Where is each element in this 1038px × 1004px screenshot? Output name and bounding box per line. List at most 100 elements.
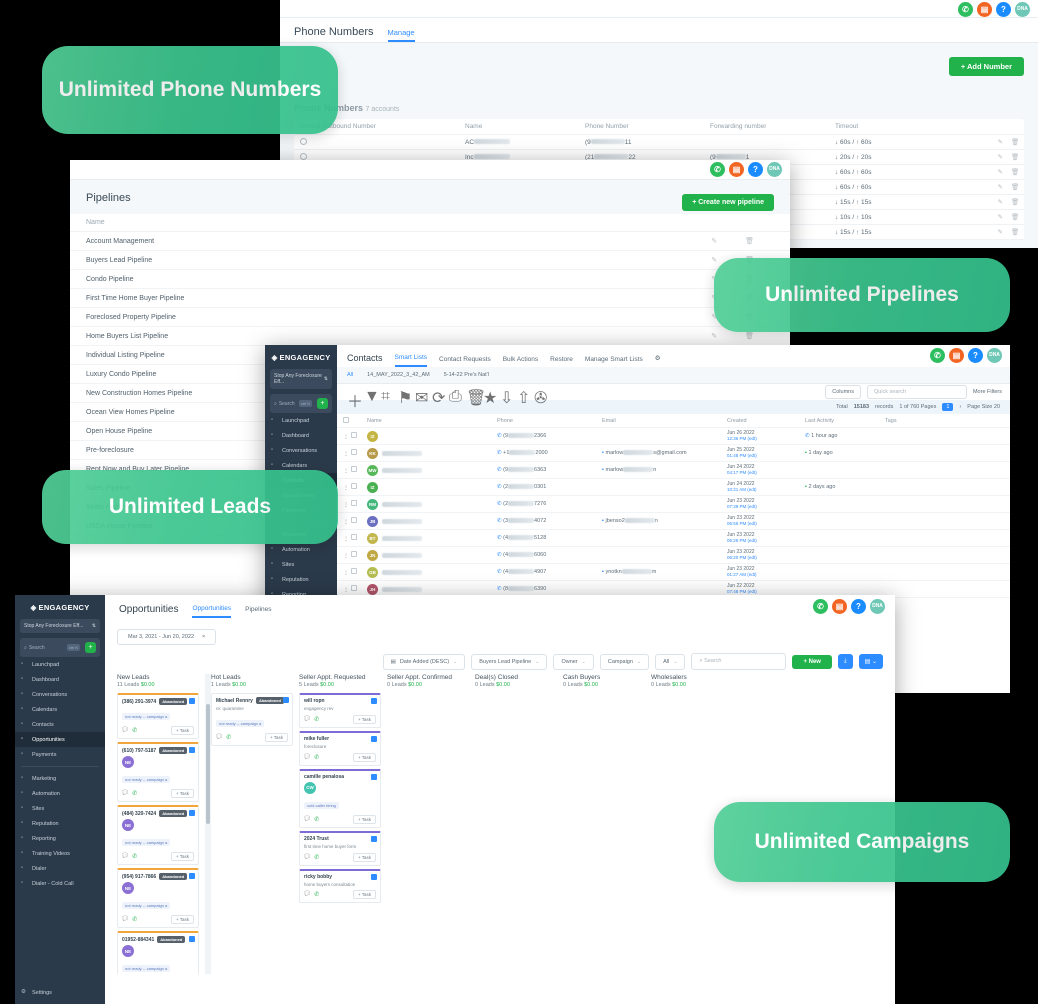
sidebar-item-launchpad[interactable]: ▫ Launchpad <box>265 413 337 428</box>
account-switcher[interactable]: Stop Any Foreclosure Eff... ⇅ <box>20 619 100 633</box>
opportunity-card[interactable]: 01952-884341 Abandoned NE not ready -- camp… <box>117 931 199 974</box>
card-action-icon[interactable] <box>189 936 195 942</box>
sidebar-item-sites[interactable]: ▫ Sites <box>265 557 337 572</box>
table-row[interactable]: ⋮ BT ✆ (4 5128 Jun 23 2022 06:25 PM (edt) <box>337 530 1010 547</box>
row-actions[interactable]: ✎🗑 <box>965 198 1020 206</box>
dna-icon[interactable]: DNA <box>870 599 885 614</box>
sidebar-item-reputation[interactable]: ▫ Reputation <box>15 816 105 831</box>
call-icon[interactable]: ✆ <box>132 727 137 734</box>
chat-icon[interactable]: 💬 <box>304 816 310 823</box>
sidebar-item-calendars[interactable]: ▫ Calendars <box>15 702 105 717</box>
edit-icon[interactable]: ✎ <box>996 153 1003 161</box>
delete-icon[interactable]: 🗑 <box>745 332 754 340</box>
opportunity-card[interactable]: ricky bobby home buyers consultation 💬 ✆ + T… <box>299 868 381 904</box>
close-icon[interactable]: × <box>202 634 205 640</box>
sidebar-item-dashboard[interactable]: ▫ Dashboard <box>265 428 337 443</box>
opportunity-card[interactable]: (484) 320-7424 Abandoned NE not ready -- ca… <box>117 805 199 865</box>
opportunities-search-input[interactable]: ⌕ Search <box>691 653 787 670</box>
delete-icon[interactable]: 🗑 <box>466 388 486 407</box>
help-widget-pipelines[interactable]: ✆ ▤ ? DNA <box>710 162 782 177</box>
phone-icon[interactable]: ✆ <box>710 162 725 177</box>
col-name[interactable]: Name <box>367 418 497 424</box>
chat-icon[interactable]: 💬 <box>122 790 128 797</box>
chat-icon[interactable]: 💬 <box>304 854 310 861</box>
sidebar-item-opportunities[interactable]: ▫ Opportunities <box>15 732 105 747</box>
row-actions[interactable]: ✎🗑 <box>965 213 1020 221</box>
delete-icon[interactable]: 🗑 <box>1011 228 1019 236</box>
delete-icon[interactable]: 🗑 <box>1011 213 1019 221</box>
row-actions[interactable]: ✎🗑 <box>711 332 774 340</box>
sidebar-item-sites[interactable]: ▫ Sites <box>15 801 105 816</box>
edit-icon[interactable]: ✎ <box>996 138 1003 146</box>
tab-contact-requests[interactable]: Contact Requests <box>439 356 491 367</box>
chat-icon[interactable]: 💬 <box>304 716 310 723</box>
opportunity-card[interactable]: mike fuller foreclosure 💬 ✆ + Task <box>299 730 381 766</box>
import-icon[interactable]: ⤓ <box>837 654 853 669</box>
smart-list-all[interactable]: All <box>347 372 353 378</box>
add-icon[interactable]: ＋ <box>347 388 363 411</box>
edit-icon[interactable]: ✎ <box>996 198 1003 206</box>
filter-date-added-desc[interactable]: ▤ Date Added (DESC) ⌄ <box>382 653 466 670</box>
col-created[interactable]: Created <box>727 418 805 424</box>
email-icon[interactable]: ✉ <box>415 388 428 407</box>
dna-icon[interactable]: DNA <box>987 348 1002 363</box>
call-icon[interactable]: ✆ <box>132 853 137 860</box>
sms-icon[interactable]: ✇ <box>534 388 547 407</box>
tab-restore[interactable]: Restore <box>550 356 573 367</box>
call-icon[interactable]: ✆ <box>132 916 137 923</box>
delete-icon[interactable]: 🗑 <box>745 237 754 245</box>
refresh-icon[interactable]: ⟳ <box>432 388 445 407</box>
quick-add-button[interactable]: + <box>317 398 328 409</box>
add-task-button[interactable]: + Task <box>352 814 376 824</box>
list-item[interactable]: Condo Pipeline✎🗑 <box>70 270 790 289</box>
call-icon[interactable]: ✆ <box>314 891 319 898</box>
row-actions[interactable]: ✎🗑 <box>965 183 1020 191</box>
opportunity-card[interactable]: Michael Rennry Abandoned re: quarantine not… <box>211 693 293 746</box>
row-checkbox[interactable]: ⋮ <box>343 585 367 593</box>
list-item[interactable]: Buyers Lead Pipeline✎🗑 <box>70 251 790 270</box>
chat-icon[interactable]: 💬 <box>304 891 310 898</box>
table-row[interactable]: ⋮ JN ✆ (4 6060 Jun 23 2022 06:20 PM (edt) <box>337 547 1010 564</box>
row-checkbox[interactable]: ⋮ <box>343 483 367 491</box>
card-action-icon[interactable] <box>371 773 377 780</box>
add-task-button[interactable]: + Task <box>352 752 376 762</box>
add-task-button[interactable]: + Task <box>170 915 194 924</box>
card-action-icon[interactable] <box>371 873 377 880</box>
list-item[interactable]: Home Buyers List Pipeline ✎ 🗑 <box>70 327 790 346</box>
filter-icon[interactable]: ▼ <box>364 388 380 405</box>
sidebar-item-conversations[interactable]: ▫ Conversations <box>265 443 337 458</box>
row-checkbox[interactable]: ⋮ <box>343 466 367 474</box>
list-item[interactable]: Account Management ✎ 🗑 <box>70 232 790 251</box>
phone-icon[interactable]: ✆ <box>958 2 973 17</box>
help-widget-phone[interactable]: ✆ ▤ ? DNA <box>958 2 1030 17</box>
table-row[interactable]: ⋮ GB ✆ (4 4907 ▪ ynotkn m Jun 23 2022 01:27 AM… <box>337 564 1010 581</box>
account-switcher[interactable]: Stop Any Foreclosure Eff... ⇅ <box>270 369 332 389</box>
default-outbound-radio[interactable] <box>300 137 465 147</box>
call-icon[interactable]: ✆ <box>314 716 319 723</box>
chat-icon[interactable]: 💬 <box>216 734 222 741</box>
add-number-button[interactable]: + Add Number <box>948 57 1024 76</box>
opportunity-card[interactable]: camille penalosa CW cold caller hiring 💬 ✆ + … <box>299 768 381 828</box>
question-icon[interactable]: ? <box>851 599 866 614</box>
dna-icon[interactable]: DNA <box>767 162 782 177</box>
create-new-pipeline-button[interactable]: + Create new pipeline <box>682 194 774 211</box>
new-opportunity-button[interactable]: + New <box>792 654 832 669</box>
card-action-icon[interactable] <box>189 698 195 704</box>
row-checkbox[interactable]: ⋮ <box>343 551 367 559</box>
table-row[interactable]: ⋮ RM ✆ (2 7276 Jun 23 2022 07:39 PM (edt) <box>337 496 1010 513</box>
sidebar-search[interactable]: ⌕ Search ctrl K + <box>270 394 332 413</box>
question-icon[interactable]: ? <box>996 2 1011 17</box>
row-actions[interactable]: ✎🗑 <box>965 228 1020 236</box>
help-widget-contacts[interactable]: ✆ ▤ ? DNA <box>930 348 1002 363</box>
opportunity-card[interactable]: (610) 797-5187 Abandoned NE not ready -- ca… <box>117 742 199 802</box>
sidebar-item-marketing[interactable]: ▫ Marketing <box>15 771 105 786</box>
row-checkbox[interactable]: ⋮ <box>343 449 367 457</box>
row-checkbox[interactable]: ⋮ <box>343 432 367 440</box>
add-task-button[interactable]: + Task <box>352 852 376 862</box>
edit-icon[interactable]: ✎ <box>996 228 1003 236</box>
col-phone[interactable]: Phone <box>497 418 602 424</box>
list-item[interactable]: First Time Home Buyer Pipeline✎🗑 <box>70 289 790 308</box>
add-task-button[interactable]: + Task <box>170 726 194 735</box>
question-icon[interactable]: ? <box>968 348 983 363</box>
col-last-activity[interactable]: Last Activity <box>805 418 885 424</box>
